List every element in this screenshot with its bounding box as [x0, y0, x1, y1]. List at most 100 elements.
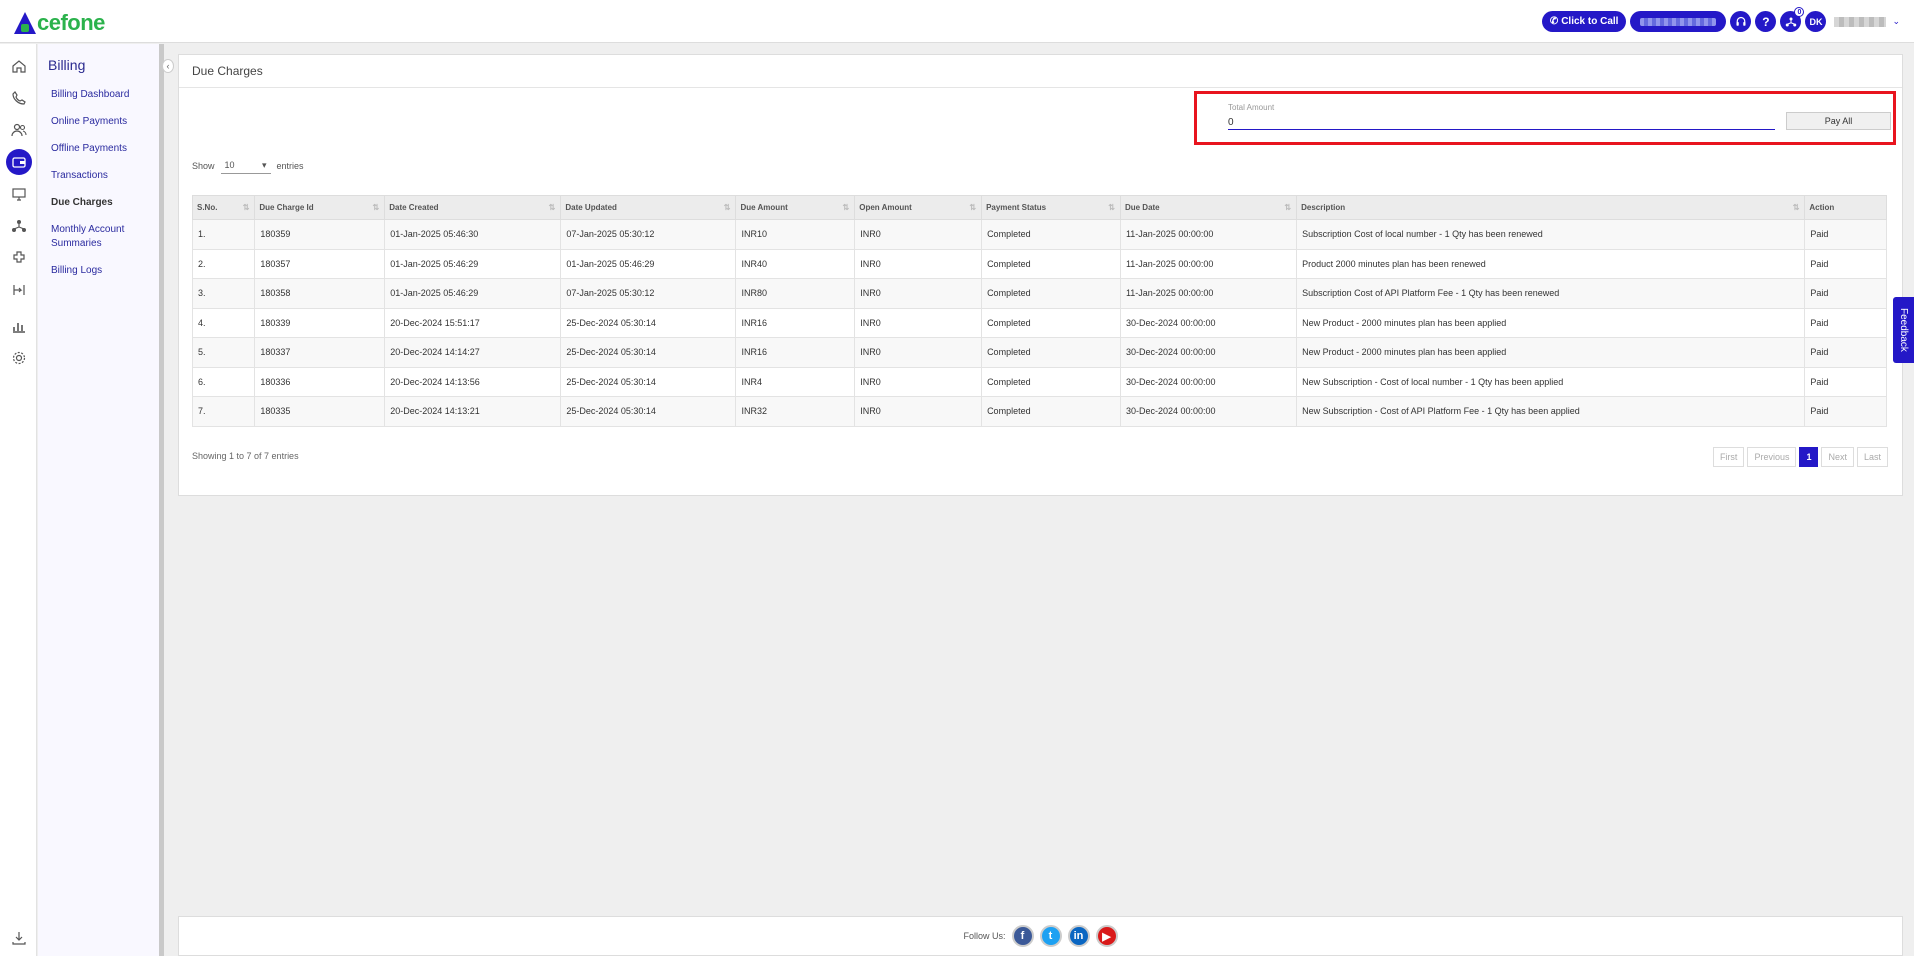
collapse-sidebar-icon[interactable]: ‹	[162, 59, 174, 73]
page-1-button[interactable]: 1	[1799, 447, 1819, 467]
subnav-item-online-payments[interactable]: Online Payments	[51, 115, 161, 129]
table-cell: 180336	[254, 366, 386, 397]
wallet-icon[interactable]	[6, 149, 32, 175]
subnav-item-billing-logs[interactable]: Billing Logs	[51, 264, 161, 278]
monitor-icon[interactable]	[6, 181, 32, 207]
table-cell: 180339	[254, 307, 386, 338]
table-cell: INR80	[735, 278, 856, 309]
col-description[interactable]: Description ⇅	[1296, 195, 1806, 220]
users-icon[interactable]	[6, 117, 32, 143]
sort-icon: ⇅	[1792, 203, 1800, 212]
network-icon[interactable]	[6, 213, 32, 239]
plugin-icon[interactable]	[6, 245, 32, 271]
table-cell: 4.	[191, 307, 256, 338]
home-icon[interactable]	[6, 53, 32, 79]
col-due-amount[interactable]: Due Amount ⇅	[735, 195, 856, 220]
col-sno[interactable]: S.No. ⇅	[191, 195, 256, 220]
click-to-call-button[interactable]: ✆ Click to Call	[1541, 11, 1627, 32]
due-charges-table: S.No. ⇅ Due Charge Id ⇅ Date Created ⇅ Date…	[191, 195, 1887, 427]
table-cell: 07-Jan-2025 05:30:12	[560, 219, 737, 250]
col-due-charge-id[interactable]: Due Charge Id ⇅	[254, 195, 386, 220]
redacted-number	[1640, 17, 1717, 26]
col-open-amount[interactable]: Open Amount ⇅	[854, 195, 983, 220]
subnav-item-offline-payments[interactable]: Offline Payments	[51, 142, 161, 156]
col-date-created-label: Date Created	[389, 203, 439, 212]
first-page-button[interactable]: First	[1712, 447, 1745, 467]
number-selector[interactable]	[1630, 11, 1727, 32]
total-amount-label: Total Amount	[1228, 103, 1275, 112]
table-cell: 30-Dec-2024 00:00:00	[1119, 366, 1298, 397]
facebook-icon[interactable]: f	[1011, 925, 1034, 947]
table-cell: Completed	[981, 219, 1121, 250]
previous-page-button[interactable]: Previous	[1747, 447, 1797, 467]
show-label: Show	[192, 160, 215, 171]
billing-subnav: Billing Billing Dashboard Online Payment…	[38, 44, 164, 956]
col-date-updated[interactable]: Date Updated ⇅	[560, 195, 737, 220]
chevron-down-icon: ▾	[261, 159, 267, 170]
table-cell: INR0	[854, 219, 983, 250]
subnav-item-due-charges[interactable]: Due Charges	[51, 196, 161, 210]
entries-label: entries	[276, 160, 304, 171]
youtube-icon[interactable]: ▶	[1095, 925, 1118, 947]
table-cell: 01-Jan-2025 05:46:29	[384, 248, 562, 279]
col-payment-status[interactable]: Payment Status ⇅	[981, 195, 1121, 220]
subnav-item-monthly-account-summaries[interactable]: Monthly Account Summaries	[51, 223, 161, 251]
table-cell: INR0	[854, 337, 983, 368]
sort-icon: ⇅	[1284, 203, 1292, 212]
redacted-username[interactable]	[1834, 16, 1887, 27]
subnav-list: Billing Dashboard Online Payments Offlin…	[51, 88, 161, 291]
phone-icon[interactable]	[6, 85, 32, 111]
table-cell: INR4	[735, 366, 856, 397]
table-cell: 07-Jan-2025 05:30:12	[560, 278, 737, 309]
table-body: 1. 180359 01-Jan-2025 05:46:30 07-Jan-2025 …	[191, 219, 1887, 427]
subnav-title: Billing	[48, 57, 86, 73]
help-glyph: ?	[1762, 14, 1770, 29]
next-page-button[interactable]: Next	[1821, 447, 1854, 467]
subnav-item-billing-dashboard[interactable]: Billing Dashboard	[51, 88, 161, 102]
table-cell: 20-Dec-2024 14:13:56	[384, 366, 562, 397]
help-icon[interactable]: ?	[1755, 11, 1777, 32]
table-cell: Paid	[1804, 366, 1887, 397]
col-date-created[interactable]: Date Created ⇅	[384, 195, 562, 220]
table-cell: 11-Jan-2025 00:00:00	[1119, 278, 1298, 309]
headset-icon[interactable]	[1730, 11, 1752, 32]
sort-icon: ⇅	[1108, 203, 1115, 212]
twitter-icon[interactable]: t	[1039, 925, 1062, 947]
pagination: First Previous 1 Next Last	[1712, 447, 1888, 467]
feedback-tab[interactable]: Feedback	[1893, 297, 1914, 363]
table-cell: 20-Dec-2024 14:13:21	[384, 396, 562, 427]
page-title: Due Charges	[179, 55, 1902, 88]
routing-icon[interactable]	[6, 277, 32, 303]
notifications-icon[interactable]: 0	[1780, 7, 1805, 32]
table-row: 4. 180339 20-Dec-2024 15:51:17 25-Dec-2024 …	[191, 307, 1887, 338]
linkedin-icon[interactable]: in	[1067, 925, 1090, 947]
table-cell: INR0	[854, 278, 983, 309]
table-cell: Paid	[1804, 307, 1887, 338]
table-cell: 5.	[191, 337, 256, 368]
acefone-logo[interactable]: cefone	[14, 8, 105, 34]
col-payment-status-label: Payment Status	[986, 203, 1047, 212]
table-cell: Subscription Cost of local number - 1 Qt…	[1296, 219, 1806, 250]
avatar[interactable]: DK	[1805, 11, 1827, 32]
entries-select[interactable]: 10 ▾	[220, 157, 271, 174]
table-cell: New Product - 2000 minutes plan has been…	[1296, 307, 1806, 338]
table-row: 2. 180357 01-Jan-2025 05:46:29 01-Jan-2025 …	[191, 248, 1887, 279]
table-cell: Paid	[1804, 219, 1887, 250]
total-amount-field[interactable]: 0	[1228, 114, 1775, 130]
table-cell: 25-Dec-2024 05:30:14	[560, 366, 737, 397]
page-length-control: Show 10 ▾ entries	[192, 157, 304, 174]
table-cell: 25-Dec-2024 05:30:14	[560, 337, 737, 368]
sort-icon: ⇅	[842, 203, 850, 212]
chart-icon[interactable]	[6, 313, 32, 339]
chevron-down-icon[interactable]: ⌄	[1892, 16, 1900, 27]
table-cell: Completed	[981, 278, 1121, 309]
col-due-amount-label: Due Amount	[740, 203, 788, 212]
table-cell: INR40	[735, 248, 856, 279]
subnav-item-transactions[interactable]: Transactions	[51, 169, 161, 183]
download-icon[interactable]	[6, 925, 32, 951]
col-due-date[interactable]: Due Date ⇅	[1119, 195, 1298, 220]
table-cell: INR0	[854, 396, 983, 427]
pay-all-button[interactable]: Pay All	[1786, 112, 1891, 130]
gear-icon[interactable]	[6, 345, 32, 371]
last-page-button[interactable]: Last	[1856, 447, 1888, 467]
